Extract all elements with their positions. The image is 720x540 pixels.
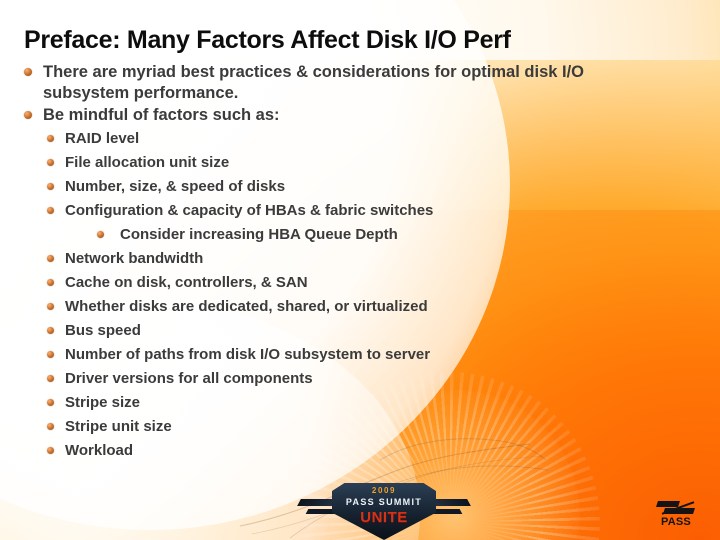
- logo-tagline: UNITE: [360, 509, 408, 526]
- list-item-label: Be mindful of factors such as:: [43, 106, 280, 124]
- pass-logo-wordmark: PASS: [661, 516, 691, 528]
- logo-year: 2009: [371, 486, 397, 495]
- pass-logo: PASS: [655, 500, 697, 530]
- list-item-label: Configuration & capacity of HBAs & fabri…: [65, 202, 434, 219]
- bullet-icon: [47, 159, 54, 166]
- list-item: Driver versions for all components: [0, 367, 720, 391]
- list-item-label: RAID level: [65, 130, 140, 147]
- list-item-label: Workload: [65, 442, 134, 459]
- bullet-icon: [47, 375, 54, 382]
- list-item: Workload: [0, 439, 720, 463]
- list-item: There are myriad best practices & consid…: [0, 62, 720, 104]
- bullet-icon: [47, 303, 54, 310]
- list-item-label: Number, size, & speed of disks: [65, 178, 286, 195]
- list-item: Number, size, & speed of disks: [0, 175, 720, 199]
- list-item-label: Cache on disk, controllers, & SAN: [65, 274, 308, 291]
- bullet-icon: [47, 255, 54, 262]
- list-item: Stripe unit size: [0, 415, 720, 439]
- list-item-sub: Consider increasing HBA Queue Depth: [0, 223, 720, 247]
- bullet-icon: [24, 111, 32, 119]
- list-item: Whether disks are dedicated, shared, or …: [0, 295, 720, 319]
- bullet-icon: [24, 68, 32, 76]
- logo-event: PASS SUMMIT: [345, 497, 423, 507]
- list-item-label: Driver versions for all components: [65, 370, 313, 387]
- bullet-icon: [47, 135, 54, 142]
- list-item-label: File allocation unit size: [65, 154, 230, 171]
- list-item: Stripe size: [0, 391, 720, 415]
- pass-logo-bar-upper: [656, 501, 680, 507]
- list-item: RAID level: [0, 127, 720, 151]
- bullet-list: There are myriad best practices & consid…: [0, 62, 720, 463]
- bullet-icon: [47, 351, 54, 358]
- list-item: File allocation unit size: [0, 151, 720, 175]
- list-item: Number of paths from disk I/O subsystem …: [0, 343, 720, 367]
- list-item-label: Whether disks are dedicated, shared, or …: [65, 298, 428, 315]
- list-item-label: There are myriad best practices & consid…: [43, 63, 585, 102]
- bullet-icon: [47, 423, 54, 430]
- list-item: Bus speed: [0, 319, 720, 343]
- bullet-icon: [47, 447, 54, 454]
- list-item-label: Stripe size: [65, 394, 141, 411]
- slide-canvas: Preface: Many Factors Affect Disk I/O Pe…: [0, 0, 720, 540]
- list-item-label: Consider increasing HBA Queue Depth: [120, 226, 398, 243]
- list-item: Configuration & capacity of HBAs & fabri…: [0, 199, 720, 223]
- list-item-label: Bus speed: [65, 322, 141, 339]
- bullet-icon: [47, 279, 54, 286]
- bullet-icon: [47, 207, 54, 214]
- list-item: Cache on disk, controllers, & SAN: [0, 271, 720, 295]
- bullet-icon: [97, 231, 104, 238]
- list-item: Network bandwidth: [0, 247, 720, 271]
- bullet-icon: [47, 399, 54, 406]
- page-title: Preface: Many Factors Affect Disk I/O Pe…: [24, 26, 511, 54]
- list-item: Be mindful of factors such as:: [0, 105, 720, 126]
- bullet-icon: [47, 183, 54, 190]
- pass-summit-logo: 2009 PASS SUMMIT UNITE: [297, 479, 471, 540]
- list-item-label: Number of paths from disk I/O subsystem …: [65, 346, 431, 363]
- bullet-icon: [47, 327, 54, 334]
- list-item-label: Stripe unit size: [65, 418, 172, 435]
- list-item-label: Network bandwidth: [65, 250, 204, 267]
